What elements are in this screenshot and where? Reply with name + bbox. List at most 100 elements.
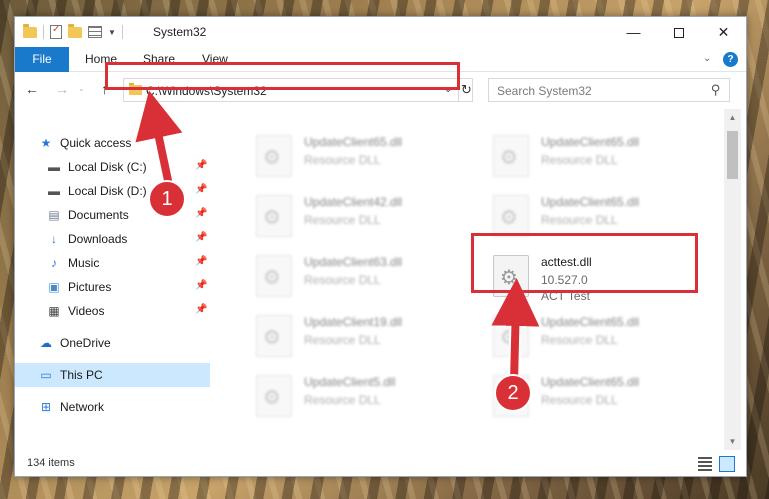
back-button[interactable]: ← (25, 81, 39, 97)
scroll-thumb[interactable] (727, 131, 738, 179)
file-description: Resource DLL (541, 333, 618, 347)
drive-icon: ▬ (48, 160, 60, 174)
search-icon[interactable]: ⚲ (711, 82, 721, 98)
layout-icon[interactable] (88, 26, 102, 38)
toolbar-separator (121, 25, 123, 39)
computer-icon: ▭ (40, 368, 52, 382)
file-name: UpdateClient65.dll (541, 375, 640, 389)
status-bar: 134 items (15, 453, 746, 476)
sidebar-item-label: Network (60, 400, 105, 414)
scroll-down-icon[interactable]: ▼ (724, 433, 741, 450)
gear-icon: ⚙ (263, 267, 281, 289)
file-item[interactable]: ⚙ UpdateClient65.dll Resource DLL (485, 309, 705, 365)
gear-icon: ⚙ (500, 327, 518, 349)
video-icon: ▦ (48, 304, 60, 318)
customize-toolbar-icon[interactable]: ▼ (108, 28, 116, 37)
sidebar-item-this-pc[interactable]: ▭ This PC (15, 363, 210, 387)
vertical-scrollbar[interactable]: ▲ ▼ (724, 109, 741, 450)
sidebar-item-downloads[interactable]: ↓ Downloads 📌 (15, 227, 210, 251)
folder-icon[interactable] (23, 23, 37, 38)
file-description: Resource DLL (304, 393, 381, 407)
sidebar-item-label: Documents (68, 208, 129, 222)
file-name: UpdateClient42.dll (304, 195, 403, 209)
dll-file-icon: ⚙ (256, 135, 292, 177)
minimize-button[interactable]: — (611, 17, 656, 47)
quick-access-toolbar: ▼ (23, 23, 123, 40)
large-icons-view-icon[interactable] (719, 456, 735, 472)
scroll-up-icon[interactable]: ▲ (724, 109, 741, 126)
pin-icon[interactable]: 📌 (195, 184, 207, 195)
forward-button[interactable]: → (55, 81, 69, 97)
file-item[interactable]: ⚙ UpdateClient42.dll Resource DLL (248, 189, 468, 245)
gear-icon: ⚙ (263, 147, 281, 169)
sidebar-item-label: Videos (68, 304, 105, 318)
dll-file-icon: ⚙ (493, 195, 529, 237)
tab-file[interactable]: File (15, 47, 69, 72)
file-description: Resource DLL (304, 273, 381, 287)
file-description: Resource DLL (304, 213, 381, 227)
sidebar-item-local-disk-c[interactable]: ▬ Local Disk (C:) 📌 (15, 155, 210, 179)
network-icon: ⊞ (40, 400, 52, 414)
search-input[interactable]: Search System32 (497, 84, 592, 98)
sidebar-item-pictures[interactable]: ▣ Pictures 📌 (15, 275, 210, 299)
new-folder-icon[interactable] (68, 23, 82, 38)
file-item[interactable]: ⚙ UpdateClient65.dll Resource DLL (485, 129, 705, 185)
sidebar-item-label: This PC (60, 368, 103, 382)
document-icon: ▤ (48, 208, 60, 222)
pin-icon[interactable]: 📌 (195, 208, 207, 219)
file-item[interactable]: ⚙ UpdateClient65.dll Resource DLL (248, 129, 468, 185)
dll-file-icon: ⚙ (256, 195, 292, 237)
dll-file-icon: ⚙ (493, 135, 529, 177)
file-item[interactable]: ⚙ UpdateClient5.dll Resource DLL (248, 369, 468, 425)
file-description: Resource DLL (541, 393, 618, 407)
maximize-icon (673, 28, 684, 39)
step-marker-2: 2 (494, 374, 532, 412)
expand-ribbon-icon[interactable]: ⌄ (703, 53, 711, 64)
window-title: System32 (153, 25, 207, 39)
close-button[interactable]: ✕ (701, 17, 746, 47)
dll-file-icon: ⚙ (256, 375, 292, 417)
search-box[interactable]: Search System32 ⚲ (488, 78, 730, 102)
music-icon: ♪ (51, 256, 57, 270)
file-item[interactable]: ⚙ UpdateClient63.dll Resource DLL (248, 249, 468, 305)
file-name: UpdateClient63.dll (304, 255, 403, 269)
navigation-pane: ★ Quick access ▬ Local Disk (C:) 📌 ▬ Local Dis… (15, 109, 210, 450)
file-name: UpdateClient65.dll (304, 135, 403, 149)
sidebar-item-label: OneDrive (60, 336, 111, 350)
sidebar-item-label: Local Disk (D:) (68, 184, 147, 198)
details-view-icon[interactable] (698, 457, 712, 471)
pin-icon[interactable]: 📌 (195, 304, 207, 315)
sidebar-item-videos[interactable]: ▦ Videos 📌 (15, 299, 210, 323)
properties-icon[interactable] (50, 24, 62, 39)
file-name: UpdateClient5.dll (304, 375, 396, 389)
cloud-icon: ☁ (40, 336, 52, 350)
sidebar-item-label: Downloads (68, 232, 128, 246)
star-icon: ★ (40, 136, 52, 150)
refresh-button[interactable]: ↻ (458, 79, 474, 101)
drive-icon: ▬ (48, 184, 60, 198)
help-icon[interactable]: ? (723, 52, 738, 67)
sidebar-item-network[interactable]: ⊞ Network (15, 395, 210, 419)
sidebar-item-music[interactable]: ♪ Music 📌 (15, 251, 210, 275)
file-item[interactable]: ⚙ UpdateClient19.dll Resource DLL (248, 309, 468, 365)
file-description: Resource DLL (304, 333, 381, 347)
pin-icon[interactable]: 📌 (195, 280, 207, 291)
sidebar-item-onedrive[interactable]: ☁ OneDrive (15, 331, 210, 355)
sidebar-item-quick-access[interactable]: ★ Quick access (15, 131, 210, 155)
recent-locations-button[interactable]: ⌄ (78, 84, 85, 93)
pin-icon[interactable]: 📌 (195, 256, 207, 267)
picture-icon: ▣ (48, 280, 60, 294)
step-marker-1: 1 (148, 180, 186, 218)
pin-icon[interactable]: 📌 (195, 160, 207, 171)
maximize-button[interactable] (656, 17, 701, 47)
sidebar-item-label: Quick access (60, 136, 132, 150)
toolbar-separator (43, 25, 44, 39)
gear-icon: ⚙ (263, 327, 281, 349)
address-bar-highlight (105, 62, 460, 90)
sidebar-item-label: Music (68, 256, 100, 270)
file-description: Resource DLL (541, 153, 618, 167)
gear-icon: ⚙ (263, 387, 281, 409)
sidebar-item-label: Pictures (68, 280, 112, 294)
gear-icon: ⚙ (500, 147, 518, 169)
pin-icon[interactable]: 📌 (195, 232, 207, 243)
